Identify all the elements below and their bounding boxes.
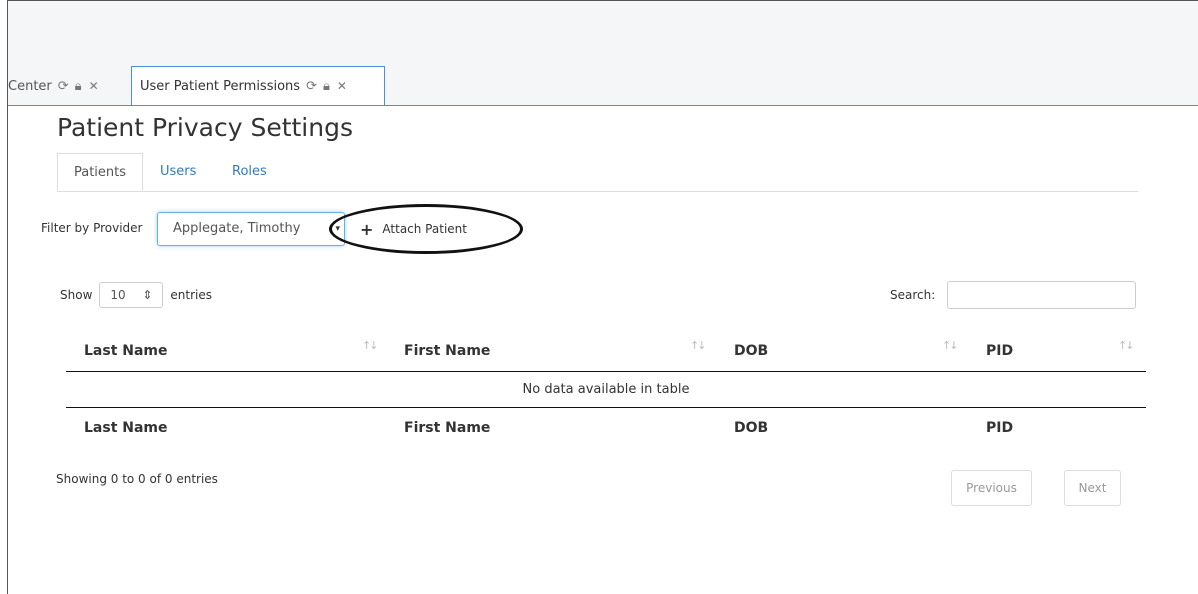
patients-table: Last Name ↑↓ First Name ↑↓ DOB ↑↓ PID ↑↓…: [66, 331, 1146, 448]
header-last-name[interactable]: Last Name: [84, 343, 168, 359]
page-title: Patient Privacy Settings: [57, 113, 353, 142]
tabstrip-divider: [8, 105, 1198, 106]
lock-icon[interactable]: 🔒︎: [323, 79, 330, 94]
header-first-name[interactable]: First Name: [404, 343, 490, 359]
tab-label: Center: [8, 78, 52, 94]
empty-message: No data available in table: [66, 372, 1146, 408]
footer-pid: PID: [986, 420, 1014, 436]
subtab-users[interactable]: Users: [160, 153, 196, 191]
sort-icon[interactable]: ↑↓: [690, 339, 707, 352]
refresh-icon[interactable]: ⟳: [306, 79, 317, 94]
attach-patient-button[interactable]: + Attach Patient: [350, 212, 477, 246]
table-header-row: Last Name ↑↓ First Name ↑↓ DOB ↑↓ PID ↑↓: [66, 331, 1146, 372]
show-label: Show: [60, 288, 93, 302]
provider-select-value: Applegate, Timothy: [173, 221, 301, 236]
close-icon[interactable]: ✕: [89, 79, 99, 93]
length-control: Show 10 ⇕ entries: [60, 282, 212, 308]
close-icon[interactable]: ✕: [337, 79, 347, 93]
attach-patient-label: Attach Patient: [382, 222, 467, 236]
tab-center[interactable]: Center ⟳ 🔒︎ ✕: [8, 66, 99, 106]
next-button[interactable]: Next: [1064, 470, 1121, 506]
footer-last-name: Last Name: [84, 420, 168, 436]
tab-user-patient-permissions[interactable]: User Patient Permissions ⟳ 🔒︎ ✕: [131, 66, 385, 106]
header-dob[interactable]: DOB: [734, 343, 768, 359]
search-input[interactable]: [947, 281, 1136, 309]
table-footer-row: Last Name First Name DOB PID: [66, 408, 1146, 448]
table-info: Showing 0 to 0 of 0 entries: [56, 472, 218, 486]
sort-icon[interactable]: ↑↓: [942, 339, 959, 352]
updown-icon: ⇕: [142, 288, 153, 302]
footer-first-name: First Name: [404, 420, 491, 436]
header-pid[interactable]: PID: [986, 343, 1013, 359]
entries-value: 10: [110, 288, 126, 302]
provider-select[interactable]: Applegate, Timothy ▾: [157, 212, 345, 246]
filter-label: Filter by Provider: [41, 221, 143, 235]
entries-label: entries: [170, 288, 212, 302]
entries-select[interactable]: 10 ⇕: [99, 282, 164, 308]
subtab-patients[interactable]: Patients: [57, 153, 143, 191]
caret-icon: ▾: [335, 224, 340, 234]
footer-dob: DOB: [734, 420, 769, 436]
subtab-roles[interactable]: Roles: [232, 153, 267, 191]
plus-icon: +: [360, 219, 374, 239]
tab-label: User Patient Permissions: [140, 78, 301, 94]
lock-icon[interactable]: 🔒︎: [75, 79, 82, 94]
previous-button[interactable]: Previous: [951, 470, 1032, 506]
sort-icon[interactable]: ↑↓: [362, 339, 379, 352]
refresh-icon[interactable]: ⟳: [58, 79, 69, 94]
sort-icon[interactable]: ↑↓: [1118, 339, 1135, 352]
search-label: Search:: [890, 288, 936, 302]
subtab-bar: Patients Users Roles: [57, 153, 1138, 192]
